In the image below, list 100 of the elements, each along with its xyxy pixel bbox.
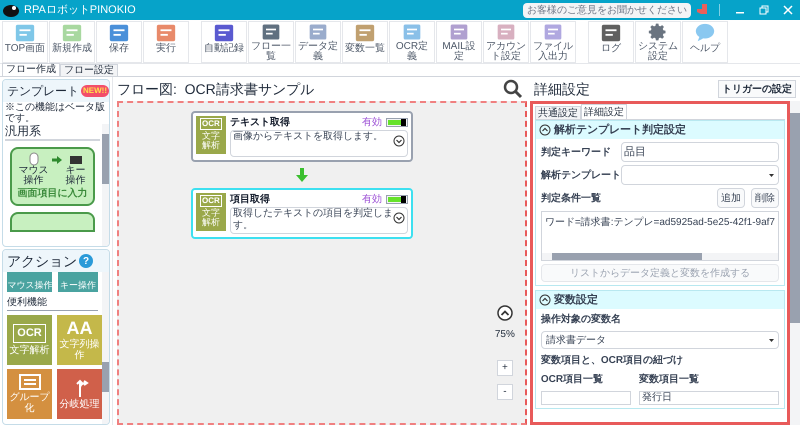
node-title: 項目取得 bbox=[230, 192, 270, 206]
toolbar-icon bbox=[448, 22, 470, 42]
field-label: 操作対象の変数名 bbox=[540, 312, 622, 327]
caret-icon bbox=[769, 338, 774, 342]
section-title: 変数設定 bbox=[554, 292, 598, 308]
action-tile[interactable]: 分岐処理 bbox=[57, 369, 102, 419]
toolbar-button[interactable]: ファイル入出力 bbox=[530, 21, 576, 63]
scrollbar[interactable] bbox=[102, 272, 109, 424]
tab[interactable]: フロー作成 bbox=[2, 63, 60, 76]
toolbar-icon bbox=[401, 22, 423, 42]
toolbar-button[interactable]: 自動記録 bbox=[201, 21, 247, 63]
tab[interactable]: 詳細設定 bbox=[580, 104, 627, 119]
zoom-in-button[interactable]: + bbox=[496, 360, 513, 376]
zoom-level: 75% bbox=[494, 328, 515, 342]
toolbar-icon bbox=[542, 22, 564, 42]
flow-node[interactable]: OCR 文字解析 テキスト取得 有効 画像からテキストを取得します。 bbox=[190, 111, 413, 162]
tile-label: マウス操作 bbox=[7, 280, 52, 292]
text-glyph: AA bbox=[66, 319, 92, 337]
horizontal-scrollbar[interactable] bbox=[542, 253, 778, 260]
new-badge: NEW!! bbox=[81, 85, 109, 97]
feedback-link[interactable]: お客様のご意見をお聞かせください bbox=[523, 2, 691, 18]
toolbar-button[interactable]: 実行 bbox=[143, 21, 189, 63]
restore-icon[interactable] bbox=[759, 5, 769, 15]
panel-title: テンプレート bbox=[7, 83, 79, 100]
toolbar-button[interactable]: 保存 bbox=[96, 21, 142, 63]
node-title: テキスト取得 bbox=[230, 116, 290, 130]
close-icon[interactable] bbox=[783, 5, 793, 15]
scrollbar[interactable] bbox=[790, 101, 800, 425]
section-header[interactable]: 解析テンプレート判定設定 bbox=[536, 121, 784, 139]
toolbar-button[interactable]: 新規作成 bbox=[49, 21, 95, 63]
toggle-switch[interactable] bbox=[386, 194, 408, 204]
field-label: 判定キーワード bbox=[540, 145, 612, 160]
ocr-glyph: OCR bbox=[200, 195, 222, 207]
section-header[interactable]: 変数設定 bbox=[536, 291, 784, 309]
toolbar-icon bbox=[495, 22, 517, 42]
caret-icon bbox=[769, 174, 774, 176]
condition-item[interactable]: ワード=請求書:テンプレ=ad5925ad-5e25-42f1-9af7 bbox=[542, 212, 778, 230]
field-label: OCR項目一覧 bbox=[540, 372, 604, 387]
add-button[interactable]: 追加 bbox=[717, 188, 745, 208]
tab[interactable]: フロー設定 bbox=[60, 64, 118, 76]
beta-note: ※この機能はベータ版です。 bbox=[4, 102, 106, 124]
panel-title: 詳細設定 bbox=[534, 80, 590, 98]
template-card[interactable] bbox=[10, 212, 95, 232]
delete-button[interactable]: 削除 bbox=[751, 188, 779, 208]
expand-icon[interactable] bbox=[392, 212, 405, 224]
search-icon[interactable] bbox=[502, 79, 523, 99]
status-label: 有効 bbox=[362, 116, 382, 130]
arrow-right-icon bbox=[52, 156, 62, 164]
toolbar-icon bbox=[14, 22, 36, 44]
mouse-icon bbox=[26, 152, 40, 166]
field-label: 変数項目と、OCR項目の紐づけ bbox=[540, 353, 684, 368]
template-card[interactable]: マウス操作 キー操作 画面項目に入力 bbox=[10, 147, 95, 206]
toolbar-button[interactable]: システム設定 bbox=[635, 21, 681, 63]
arrow-down-icon bbox=[296, 168, 308, 182]
toolbar-button[interactable]: MAIL設定 bbox=[436, 21, 482, 63]
collapse-icon[interactable] bbox=[538, 294, 551, 306]
flow-node[interactable]: OCR 文字解析 項目取得 有効 取得したテキストの項目を判定します。 bbox=[190, 188, 413, 239]
toolbar-button[interactable]: フロー一覧 bbox=[248, 21, 294, 63]
toolbar-icon bbox=[155, 22, 177, 44]
status-label: 有効 bbox=[362, 192, 382, 206]
section-heading: 便利機能 bbox=[7, 296, 98, 311]
window-title: RPAロボットPINOKIO bbox=[24, 2, 136, 18]
toolbar-icon bbox=[61, 22, 83, 44]
tile-label: キー操作 bbox=[60, 280, 96, 292]
ocr-glyph: OCR bbox=[200, 118, 222, 130]
icon-label: マウス操作 bbox=[18, 166, 50, 186]
variable-dropdown[interactable]: 請求書データ bbox=[540, 331, 779, 349]
toolbar-button[interactable]: アカウント設定 bbox=[483, 21, 529, 63]
expand-icon[interactable] bbox=[392, 135, 405, 147]
toolbar-button[interactable]: ヘルプ bbox=[682, 21, 728, 63]
scrollbar[interactable] bbox=[102, 124, 109, 246]
condition-list[interactable]: ワード=請求書:テンプレ=ad5925ad-5e25-42f1-9af7 bbox=[540, 211, 779, 261]
tab[interactable]: 共通設定 bbox=[534, 106, 581, 119]
node-description: 取得したテキストの項目を判定します。 bbox=[232, 208, 393, 233]
flow-title: フロー図: OCR請求書サンプル bbox=[117, 80, 314, 98]
trigger-settings-button[interactable]: トリガーの設定 bbox=[718, 80, 796, 98]
toolbar-button[interactable]: TOP画面 bbox=[2, 21, 48, 63]
toolbar-icon bbox=[600, 22, 622, 44]
zoom-up-icon[interactable] bbox=[496, 305, 513, 321]
collapse-icon[interactable] bbox=[538, 124, 551, 136]
toolbar-button[interactable]: 変数一覧 bbox=[342, 21, 388, 63]
toggle-switch[interactable] bbox=[386, 118, 408, 126]
toolbar-icon bbox=[108, 22, 130, 44]
icon-label: 文字解析 bbox=[200, 208, 221, 228]
field-label: 変数項目一覧 bbox=[638, 372, 699, 387]
toolbar-icon bbox=[260, 22, 282, 42]
logo-icon bbox=[2, 2, 20, 18]
zoom-out-button[interactable]: - bbox=[496, 384, 513, 400]
tile-label: 文字列操作 bbox=[58, 339, 100, 361]
toolbar-icon bbox=[307, 22, 329, 42]
toolbar-button[interactable]: OCR定義 bbox=[389, 21, 435, 63]
variable-item-list[interactable]: 発行日 bbox=[638, 391, 779, 405]
tile-label: 文字解析 bbox=[8, 344, 50, 356]
node-description: 画像からテキストを取得します。 bbox=[232, 131, 383, 144]
toolbar-button[interactable]: ログ bbox=[588, 21, 634, 63]
panel-title: アクション bbox=[7, 252, 77, 270]
toolbar-button[interactable]: データ定義 bbox=[295, 21, 341, 63]
icon-label: 文字解析 bbox=[200, 131, 221, 151]
group-icon bbox=[18, 374, 40, 390]
keyword-field[interactable]: 品目 bbox=[620, 142, 779, 162]
